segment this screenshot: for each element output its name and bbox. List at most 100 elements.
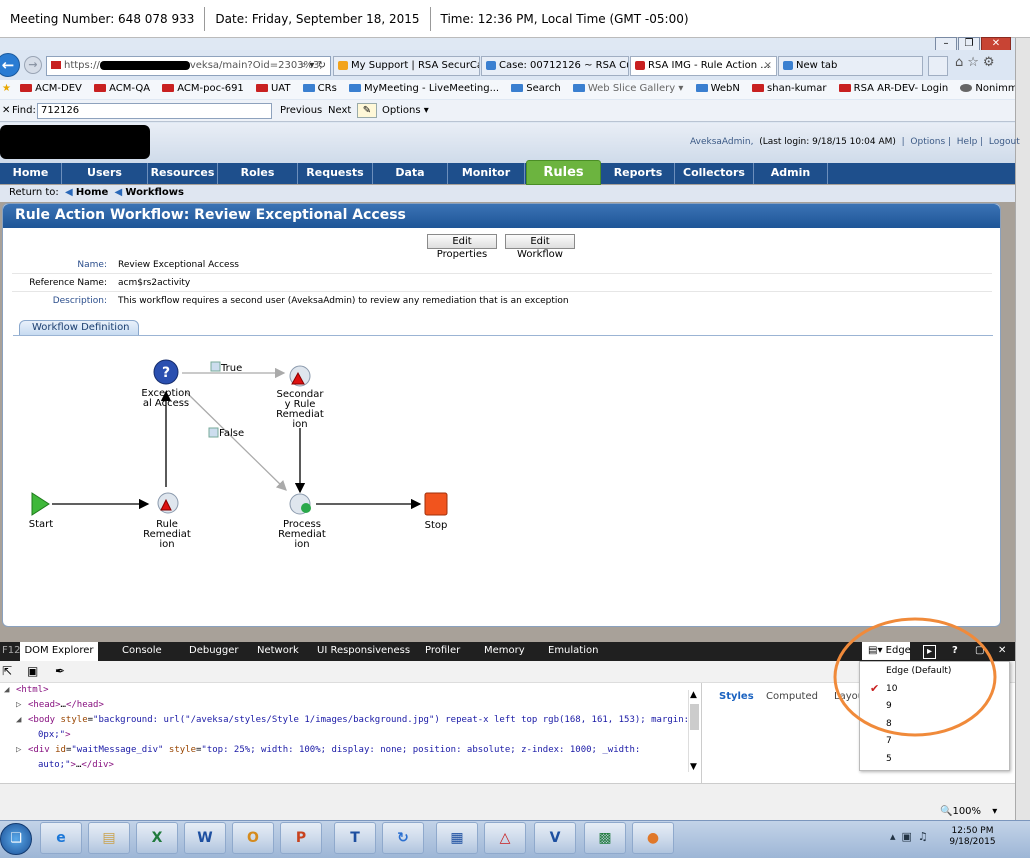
- find-options-button[interactable]: Options ▾: [382, 100, 429, 121]
- tab-case[interactable]: Case: 00712126 ~ RSA Cust...: [481, 56, 629, 76]
- question-decision-icon[interactable]: ?: [153, 359, 179, 385]
- project-taskbar-icon[interactable]: ▩: [584, 822, 626, 854]
- tab-workflow-definition[interactable]: Workflow Definition: [19, 320, 139, 336]
- dom-tree-line[interactable]: ◢ <body style="background: url("/aveksa/s…: [0, 713, 700, 728]
- help-link[interactable]: Help: [957, 137, 978, 147]
- forward-arrow-icon[interactable]: →: [24, 56, 42, 74]
- fav-item[interactable]: ACM-QA: [94, 83, 150, 94]
- powerpoint-taskbar-icon[interactable]: P: [280, 822, 322, 854]
- meeting-taskbar-icon[interactable]: ●: [632, 822, 674, 854]
- visio-taskbar-icon[interactable]: V: [534, 822, 576, 854]
- tab-emulation[interactable]: Emulation: [548, 642, 598, 660]
- options-link[interactable]: Options: [910, 137, 945, 147]
- fav-item[interactable]: MyMeeting - LiveMeeting...: [349, 83, 499, 94]
- edit-properties-button[interactable]: Edit Properties: [427, 234, 497, 260]
- start-node-icon[interactable]: [31, 492, 50, 516]
- explorer-taskbar-icon[interactable]: ▤: [88, 822, 130, 854]
- ie-taskbar-icon[interactable]: e: [40, 822, 82, 854]
- tab-rsa-img-active[interactable]: RSA IMG - Rule Action ... ×: [630, 56, 777, 76]
- scroll-thumb[interactable]: [690, 704, 699, 730]
- home-icon[interactable]: ⌂: [955, 55, 967, 70]
- expand-triangle-icon[interactable]: ◢: [16, 713, 28, 728]
- fav-item[interactable]: CRs: [302, 83, 337, 94]
- favorites-star-icon[interactable]: ★: [2, 83, 11, 94]
- tab-my-support[interactable]: My Support | RSA SecurCar...: [333, 56, 480, 76]
- tab-profiler[interactable]: Profiler: [425, 642, 460, 660]
- tab-network[interactable]: Network: [257, 642, 299, 660]
- fav-item[interactable]: Nonimmigrant Visa - Instr...: [960, 83, 1015, 94]
- dom-tree-line[interactable]: ▷ <div id="waitMessage_div" style="top: 2…: [0, 743, 700, 758]
- fav-item[interactable]: shan-kumar: [752, 83, 826, 94]
- menu-requests[interactable]: Requests: [298, 163, 373, 184]
- tab-ui-responsiveness[interactable]: UI Responsiveness: [317, 642, 410, 660]
- rule-remediation-icon[interactable]: [157, 492, 179, 514]
- process-remediation-icon[interactable]: [289, 493, 311, 515]
- word-taskbar-icon[interactable]: W: [184, 822, 226, 854]
- close-window-button[interactable]: ✕: [981, 37, 1011, 51]
- dom-tree-line[interactable]: ▷ <head>…</head>: [0, 698, 700, 713]
- sync-taskbar-icon[interactable]: ↻: [382, 822, 424, 854]
- favorites-star-icon[interactable]: ☆: [967, 55, 983, 70]
- fav-item[interactable]: Web Slice Gallery ▾: [572, 83, 683, 94]
- menu-reports[interactable]: Reports: [602, 163, 675, 184]
- breadcrumb-workflows[interactable]: Workflows: [125, 187, 184, 198]
- menu-data-access[interactable]: Data Access: [373, 163, 448, 199]
- find-input[interactable]: 712126: [37, 103, 272, 119]
- tab-close-icon[interactable]: ×: [764, 57, 772, 75]
- expand-triangle-icon[interactable]: ▷: [16, 743, 28, 758]
- fav-item[interactable]: ACM-DEV: [20, 83, 82, 94]
- dom-tree-line[interactable]: auto;">…</div>: [0, 758, 700, 773]
- tab-dom-explorer[interactable]: DOM Explorer: [20, 642, 98, 661]
- pencil-icon[interactable]: ✎: [357, 103, 377, 118]
- address-controls-icon[interactable]: ⌕ ▾ ↻: [301, 57, 326, 75]
- excel-taskbar-icon[interactable]: X: [136, 822, 178, 854]
- tab-debugger[interactable]: Debugger: [189, 642, 239, 660]
- scroll-up-icon[interactable]: ▲: [690, 690, 697, 700]
- tab-memory[interactable]: Memory: [484, 642, 525, 660]
- fav-item[interactable]: ACM-poc-691: [162, 83, 244, 94]
- highlight-box-icon[interactable]: ▣: [27, 664, 38, 678]
- fav-item[interactable]: UAT: [255, 83, 290, 94]
- tray-icons[interactable]: ▴▣♫: [890, 830, 934, 843]
- breadcrumb-home[interactable]: Home: [76, 187, 108, 198]
- secondary-remediation-icon[interactable]: [289, 365, 311, 387]
- acrobat-taskbar-icon[interactable]: △: [484, 822, 526, 854]
- restore-button[interactable]: ❐: [958, 37, 980, 51]
- tab-new-tab[interactable]: New tab: [778, 56, 923, 76]
- taskbar-clock[interactable]: 12:50 PM 9/18/2015: [940, 826, 1005, 848]
- expand-triangle-icon[interactable]: ▷: [16, 698, 28, 713]
- emulation-option[interactable]: 5: [886, 754, 892, 764]
- zoom-control[interactable]: 🔍100% ▾: [940, 806, 997, 817]
- select-element-icon[interactable]: ⇱: [2, 664, 12, 678]
- tab-console[interactable]: Console: [122, 642, 162, 660]
- tab-computed[interactable]: Computed: [766, 691, 818, 702]
- minimize-button[interactable]: –: [935, 37, 957, 51]
- menu-collectors[interactable]: Collectors: [675, 163, 754, 184]
- tab-styles[interactable]: Styles: [719, 691, 754, 702]
- menu-rules-active[interactable]: Rules: [526, 160, 601, 185]
- start-button-icon[interactable]: ❏: [0, 823, 32, 855]
- fav-item[interactable]: Search: [511, 83, 561, 94]
- menu-monitor[interactable]: Monitor: [448, 163, 525, 184]
- find-previous-button[interactable]: Previous: [280, 100, 322, 121]
- address-bar[interactable]: https://veksa/main?Oid=2303%3; ⌕ ▾ ↻: [46, 56, 331, 76]
- scroll-down-icon[interactable]: ▼: [690, 762, 697, 772]
- find-next-button[interactable]: Next: [328, 100, 351, 121]
- dom-tree-line[interactable]: 0px;">: [0, 728, 700, 743]
- dom-tree-line[interactable]: ◢ <html>: [0, 683, 700, 698]
- outlook-taskbar-icon[interactable]: O: [232, 822, 274, 854]
- fav-item[interactable]: WebN: [695, 83, 740, 94]
- dom-scrollbar[interactable]: ▲ ▼: [688, 690, 700, 772]
- menu-roles[interactable]: Roles: [218, 163, 298, 184]
- new-tab-button[interactable]: [928, 56, 948, 76]
- fav-item[interactable]: RSA AR-DEV- Login: [838, 83, 948, 94]
- color-picker-icon[interactable]: ✒: [55, 664, 65, 678]
- stop-node-icon[interactable]: [424, 492, 448, 516]
- menu-home[interactable]: Home: [0, 163, 62, 184]
- menu-admin[interactable]: Admin: [754, 163, 828, 184]
- expand-triangle-icon[interactable]: ◢: [4, 683, 16, 698]
- network-taskbar-icon[interactable]: ▦: [436, 822, 478, 854]
- app-taskbar-icon[interactable]: T: [334, 822, 376, 854]
- menu-resources[interactable]: Resources: [148, 163, 218, 184]
- gear-icon[interactable]: ⚙: [983, 55, 999, 70]
